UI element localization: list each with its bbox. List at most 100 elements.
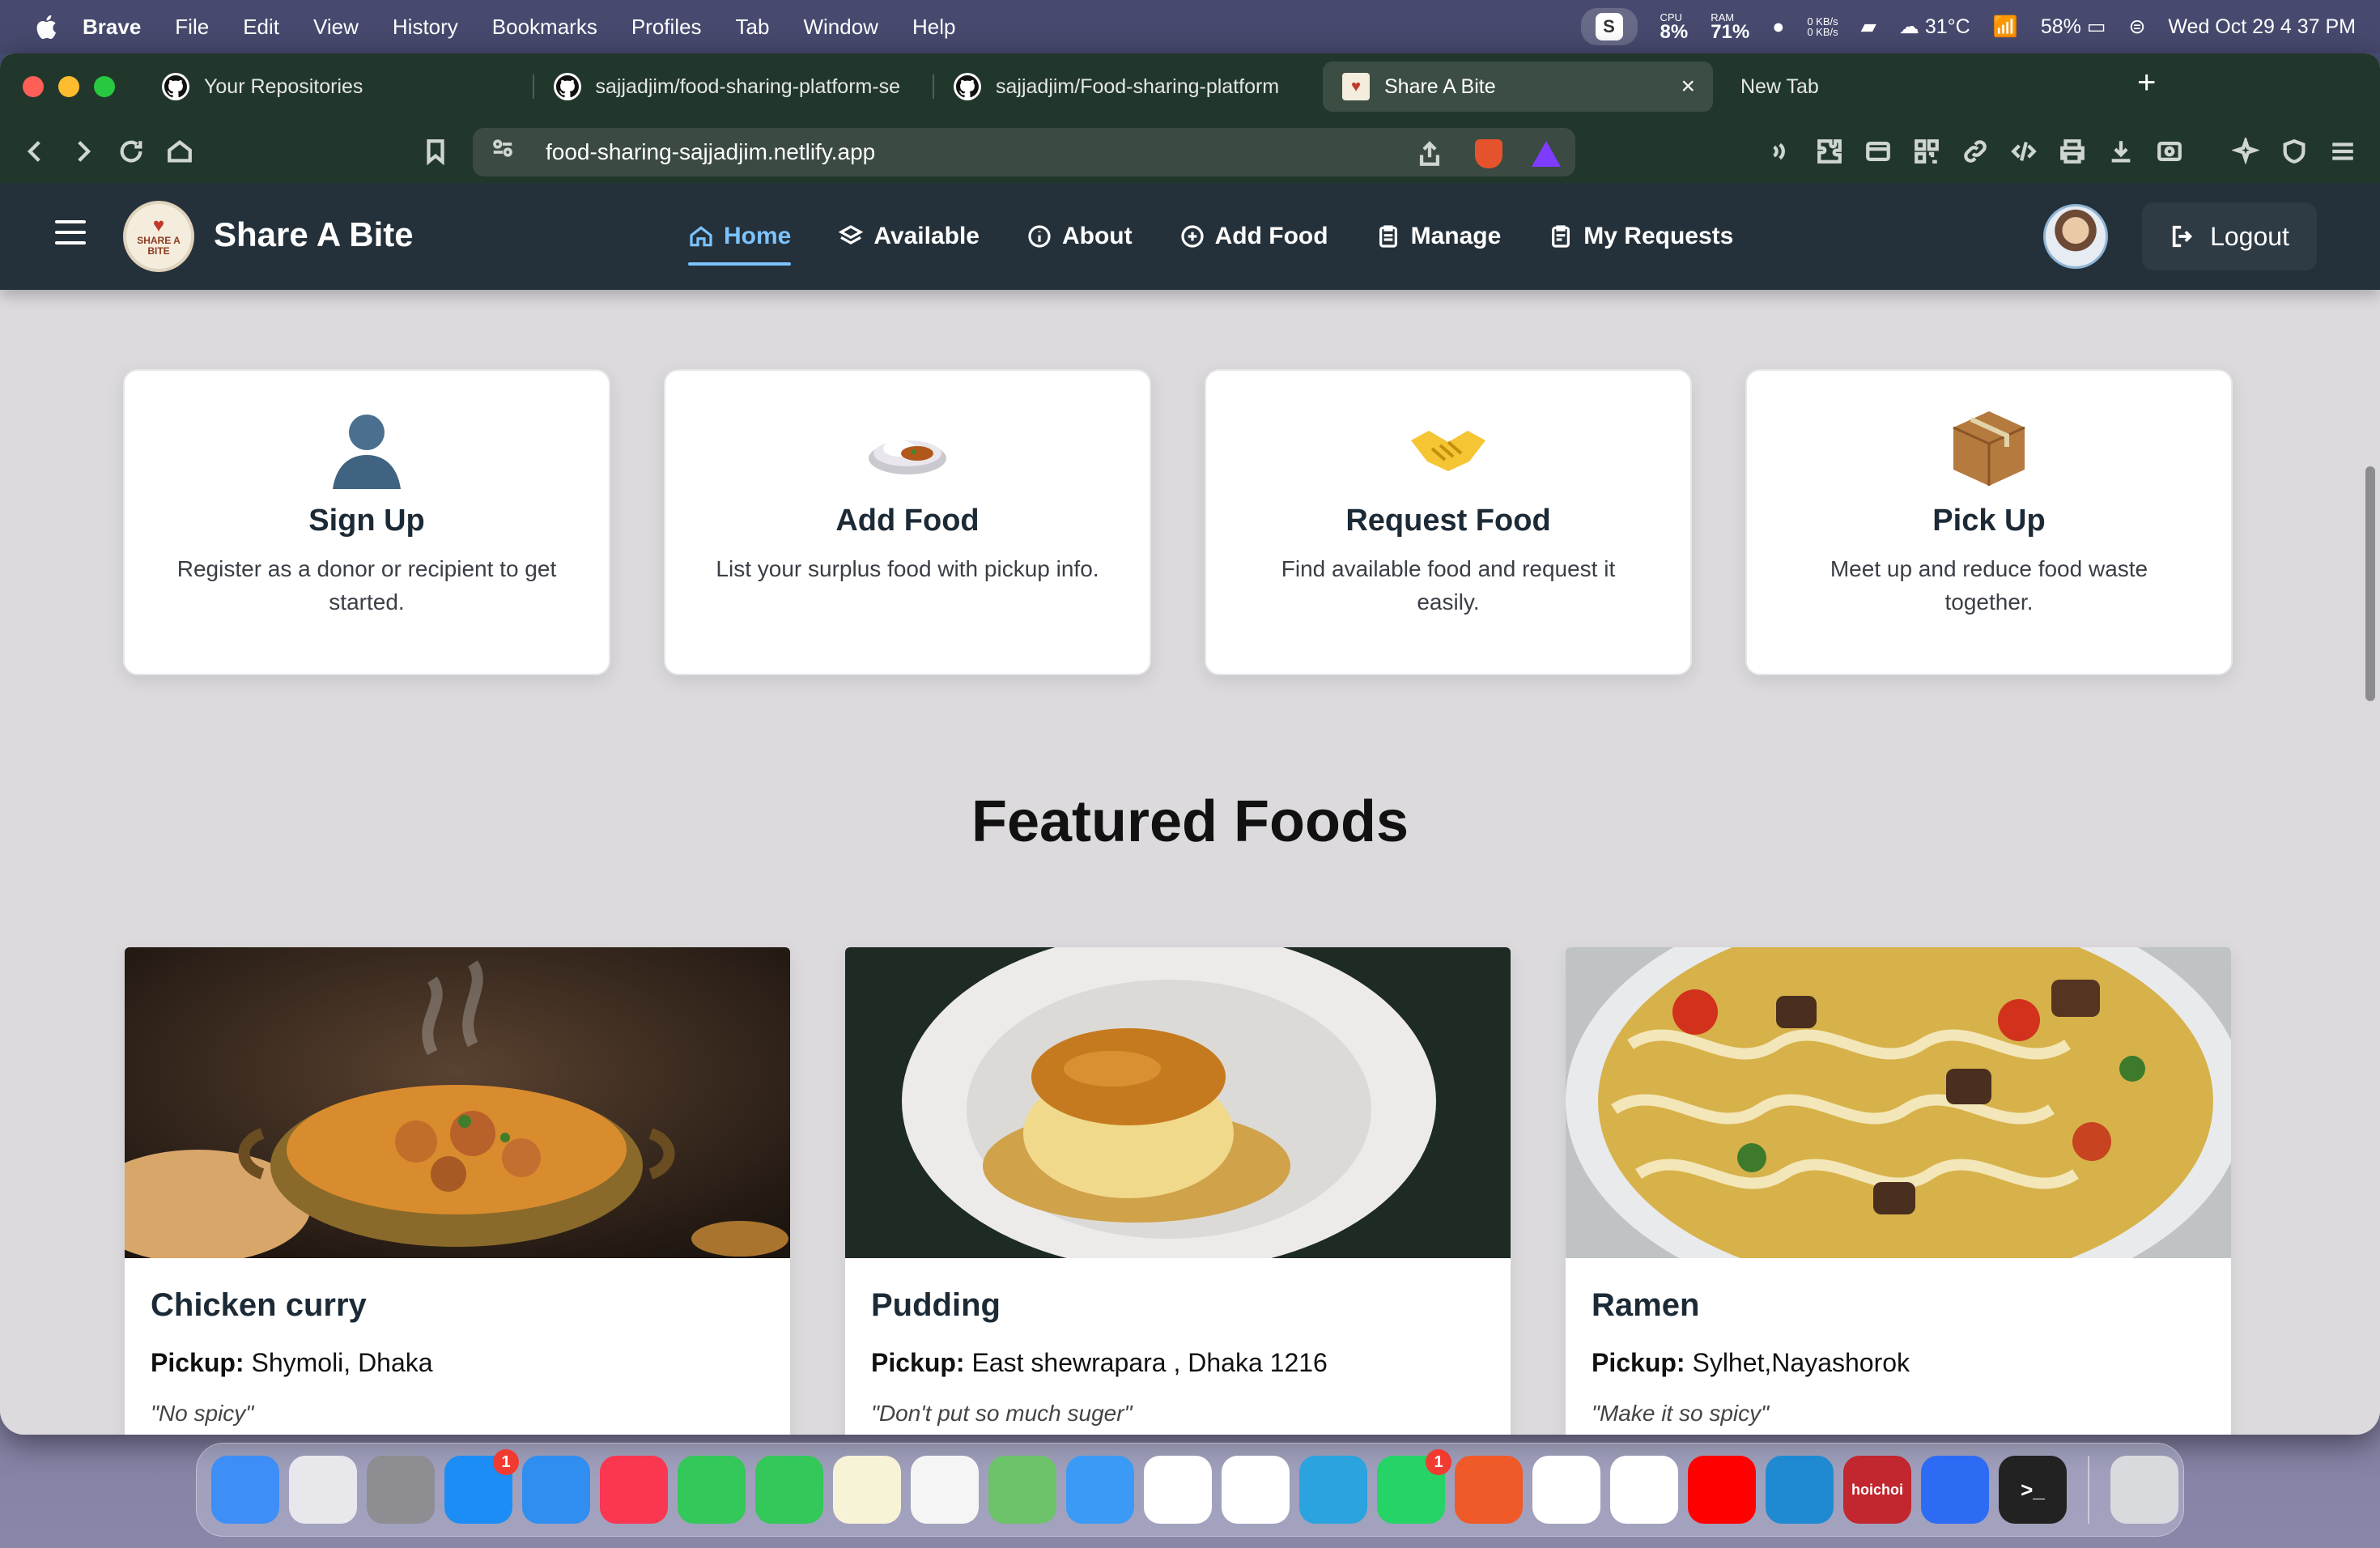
system-settings-icon[interactable] [367, 1456, 435, 1524]
tab-share-a-bite[interactable]: ♥ Share A Bite × [1323, 62, 1713, 112]
battery-status[interactable]: 58% ▭ [2041, 15, 2106, 39]
dots-icon[interactable]: ● [1772, 15, 1784, 39]
food-card[interactable]: Ramen Pickup: Sylhet,Nayashorok "Make it… [1566, 947, 2231, 1435]
network-stat[interactable]: 0 KB/s 0 KB/s [1807, 16, 1838, 37]
menu-help[interactable]: Help [912, 15, 955, 40]
tab-food-sharing-platform-server[interactable]: sajjadjim/food-sharing-platform-se [534, 62, 934, 112]
cpu-stat[interactable]: CPU 8% [1660, 12, 1689, 42]
weather-icon[interactable] [1066, 1456, 1134, 1524]
nav-available[interactable]: Available [838, 212, 980, 261]
nav-add-food[interactable]: Add Food [1179, 212, 1328, 261]
terminal-icon[interactable]: >_ [1999, 1456, 2067, 1524]
download-icon[interactable] [2105, 135, 2137, 168]
link-icon[interactable] [1959, 135, 1991, 168]
vpn-shield-icon[interactable] [2278, 135, 2310, 168]
code-icon[interactable] [2008, 135, 2040, 168]
page-scrollbar[interactable] [2365, 466, 2375, 701]
safari-icon[interactable] [522, 1456, 590, 1524]
tab-your-repositories[interactable]: Your Repositories [142, 62, 534, 112]
site-settings-icon[interactable] [491, 136, 523, 168]
music-icon[interactable] [600, 1456, 668, 1524]
ramen-image[interactable] [1566, 947, 2231, 1258]
launchpad-icon[interactable] [289, 1456, 357, 1524]
menu-file[interactable]: File [175, 15, 209, 40]
close-window-button[interactable] [23, 76, 44, 97]
s-app-status[interactable]: S [1580, 8, 1638, 45]
menu-view[interactable]: View [313, 15, 359, 40]
weather-status[interactable]: ☁ 31°C [1899, 15, 1970, 39]
zoom-window-button[interactable] [94, 76, 115, 97]
trash-icon[interactable] [2110, 1456, 2178, 1524]
whatsapp-icon[interactable]: 1 [1377, 1449, 1451, 1524]
finder-icon[interactable] [211, 1456, 279, 1524]
site-logo[interactable]: ♥ SHARE A BITE [123, 201, 194, 272]
menu-icon[interactable] [2327, 135, 2359, 168]
address-bar[interactable]: food-sharing-sajjadjim.netlify.app [473, 128, 1575, 176]
menu-history[interactable]: History [393, 15, 458, 40]
close-tab-icon[interactable]: × [1681, 73, 1695, 100]
chatgpt-icon[interactable] [1532, 1456, 1600, 1524]
food-name[interactable]: Chicken curry [151, 1287, 764, 1324]
apple-logo-icon[interactable] [34, 13, 58, 40]
messenger-icon[interactable] [1921, 1456, 1989, 1524]
brave-rewards-icon[interactable] [1532, 141, 1561, 167]
chrome-icon[interactable] [1610, 1456, 1678, 1524]
messages-icon[interactable] [755, 1456, 823, 1524]
logout-button[interactable]: Logout [2142, 202, 2317, 270]
pudding-image[interactable] [845, 947, 1511, 1258]
display-icon[interactable]: ▰ [1861, 15, 1876, 39]
nav-my-requests[interactable]: My Requests [1548, 212, 1733, 261]
maps-icon[interactable] [988, 1456, 1056, 1524]
phone-icon[interactable] [678, 1456, 746, 1524]
nav-about[interactable]: About [1026, 212, 1133, 261]
telegram-icon[interactable] [1299, 1456, 1367, 1524]
forward-icon[interactable] [66, 135, 99, 168]
hamburger-menu-icon[interactable] [55, 220, 86, 245]
share-icon[interactable] [1413, 138, 1446, 170]
vscode-icon[interactable] [1766, 1456, 1834, 1524]
extensions-icon[interactable] [1813, 135, 1846, 168]
nav-home[interactable]: Home [688, 212, 792, 266]
brave-shields-icon[interactable] [1475, 139, 1502, 168]
wallet-icon[interactable] [1862, 135, 1894, 168]
home-icon[interactable] [164, 135, 196, 168]
youtube-icon[interactable] [1688, 1456, 1756, 1524]
ai-sparkle-icon[interactable] [2229, 135, 2262, 168]
reload-icon[interactable] [115, 135, 147, 168]
leo-ai-icon[interactable] [1765, 135, 1797, 168]
url-text[interactable]: food-sharing-sajjadjim.netlify.app [546, 139, 875, 165]
chicken-curry-image[interactable] [125, 947, 790, 1258]
clock[interactable]: Wed Oct 29 4 37 PM [2168, 15, 2356, 39]
back-icon[interactable] [19, 135, 52, 168]
menu-window[interactable]: Window [803, 15, 878, 40]
nav-manage[interactable]: Manage [1375, 212, 1501, 261]
brave-icon[interactable] [1455, 1456, 1523, 1524]
gmail-icon[interactable] [1144, 1456, 1212, 1524]
menu-bookmarks[interactable]: Bookmarks [492, 15, 597, 40]
bookmark-icon[interactable] [419, 135, 452, 168]
menu-tab[interactable]: Tab [736, 15, 770, 40]
qr-code-icon[interactable] [1910, 135, 1943, 168]
minimize-window-button[interactable] [58, 76, 79, 97]
food-card[interactable]: Chicken curry Pickup: Shymoli, Dhaka "No… [125, 947, 790, 1435]
food-name[interactable]: Pudding [871, 1287, 1485, 1324]
menu-profiles[interactable]: Profiles [631, 15, 702, 40]
print-icon[interactable] [2056, 135, 2089, 168]
control-center-icon[interactable]: ⊜ [2128, 15, 2145, 39]
user-avatar[interactable] [2043, 204, 2108, 269]
food-name[interactable]: Ramen [1592, 1287, 2205, 1324]
tab-new-tab[interactable]: New Tab [1721, 62, 1883, 112]
menu-app-name[interactable]: Brave [83, 15, 141, 40]
app-store-icon[interactable]: 1 [444, 1449, 519, 1524]
brand-name[interactable]: Share A Bite [214, 215, 414, 254]
menu-edit[interactable]: Edit [243, 15, 279, 40]
wifi-icon[interactable]: 📶 [1993, 15, 2018, 39]
tab-food-sharing-platform[interactable]: sajjadjim/Food-sharing-platform [934, 62, 1323, 112]
ram-stat[interactable]: RAM 71% [1711, 12, 1749, 42]
food-card[interactable]: Pudding Pickup: East shewrapara , Dhaka … [845, 947, 1511, 1435]
new-tab-button[interactable]: + [2137, 65, 2156, 101]
photos-icon[interactable] [1222, 1456, 1290, 1524]
reminders-icon[interactable] [911, 1456, 979, 1524]
notes-icon[interactable] [833, 1456, 901, 1524]
reader-mode-icon[interactable] [2153, 135, 2186, 168]
